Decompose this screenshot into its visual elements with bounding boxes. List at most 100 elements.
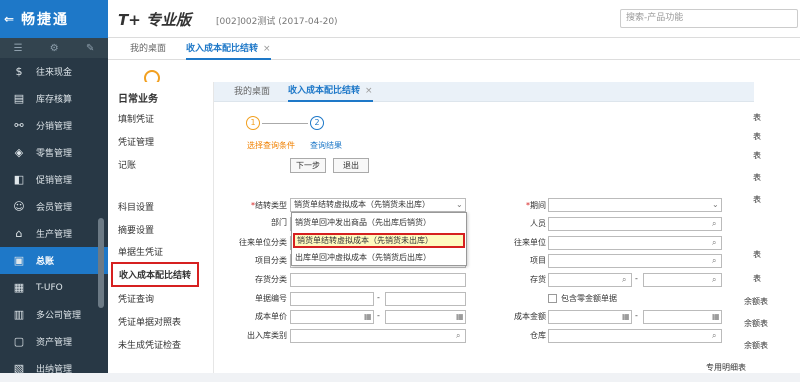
label-project: 项目 — [530, 256, 546, 265]
cost-amount-to[interactable] — [643, 310, 722, 324]
app-logo[interactable]: ⇐ 畅捷通 — [0, 0, 108, 38]
right-edge-label[interactable]: 表 — [753, 112, 761, 123]
right-edge-label[interactable]: 余额表 — [744, 340, 768, 351]
partner-field[interactable] — [548, 236, 722, 250]
calculator-icon[interactable]: ▦ — [456, 312, 464, 321]
menu-item-voucher-management[interactable]: 凭证管理 — [118, 135, 154, 148]
sidebar-scrollbar[interactable] — [98, 218, 104, 308]
sidebar-item-ledger[interactable]: ▣ 总账 — [0, 247, 108, 274]
next-button[interactable]: 下一步 — [290, 158, 326, 173]
sidebar-item-company[interactable]: ▥ 多公司管理 — [0, 301, 108, 328]
back-arrow-icon[interactable]: ⇐ — [4, 12, 16, 26]
project-field[interactable] — [548, 254, 722, 268]
sidebar-item-member[interactable]: ☺ 会员管理 — [0, 193, 108, 220]
dropdown-option-selected[interactable]: 销货单结转虚拟成本（先销货未出库） — [293, 233, 465, 248]
unit-cost-from[interactable] — [290, 310, 374, 324]
sidebar-item-retail[interactable]: ◈ 零售管理 — [0, 139, 108, 166]
tab-my-desktop[interactable]: 我的桌面 — [130, 38, 166, 60]
menu-item-doc-to-voucher[interactable]: 单据生凭证 — [118, 245, 163, 258]
menu-item-ungenerated-check[interactable]: 未生成凭证检查 — [118, 338, 181, 351]
sidebar-item-ufo[interactable]: ▦ T-UFO — [0, 274, 108, 301]
calculator-icon[interactable]: ▦ — [364, 312, 372, 321]
dropdown-option[interactable]: 销货单回冲发出商品（先出库后销货） — [295, 217, 431, 228]
cash-icon: $ — [15, 65, 23, 78]
label-personnel: 人员 — [530, 219, 546, 228]
edit-icon[interactable]: ✎ — [86, 43, 94, 54]
logo-text: 畅捷通 — [21, 12, 70, 28]
sidebar-item-promotion[interactable]: ◧ 促销管理 — [0, 166, 108, 193]
cashier-icon: ▧ — [13, 362, 25, 375]
range-dash: - — [635, 311, 638, 320]
exit-button[interactable]: 退出 — [333, 158, 369, 173]
right-edge-label[interactable]: 表 — [753, 131, 761, 142]
menu-item-voucher-doc-compare[interactable]: 凭证单据对照表 — [118, 315, 181, 328]
inner-window: 我的桌面 收入成本配比结转 × 1 2 选择查询条件 查询结果 下一步 退出 *结… — [213, 82, 754, 373]
inventory-from[interactable] — [548, 273, 632, 287]
cost-amount-from[interactable] — [548, 310, 632, 324]
promotion-icon: ◧ — [13, 173, 25, 186]
menu-icon[interactable]: ☰ — [14, 43, 23, 54]
label-io-category: 出入库类别 — [247, 331, 287, 340]
right-edge-label[interactable]: 表 — [753, 150, 761, 161]
right-edge-label[interactable]: 表 — [753, 273, 761, 284]
ufo-icon: ▦ — [13, 281, 25, 294]
warehouse-field[interactable] — [548, 329, 722, 343]
chevron-down-icon[interactable]: ⌄ — [712, 200, 719, 209]
sidebar: ☰ ⚙ ✎ $ 往来现金 ▤ 库存核算 ⚯ 分销管理 ◈ 零售管理 ◧ 促销管理 ☺ 会员管… — [0, 38, 108, 375]
doc-number-from[interactable] — [290, 292, 374, 306]
dropdown-option[interactable]: 出库单回冲虚拟成本（先销货后出库） — [295, 252, 431, 263]
calculator-icon[interactable]: ▦ — [622, 312, 630, 321]
right-edge-label[interactable]: 专用明细表 — [706, 362, 746, 373]
menu-item-fill-voucher[interactable]: 填制凭证 — [118, 112, 154, 125]
inner-tab-my-desktop[interactable]: 我的桌面 — [234, 82, 270, 102]
sidebar-item-cashier[interactable]: ▧ 出纳管理 — [0, 355, 108, 382]
inventory-category-field[interactable] — [290, 273, 466, 287]
period-select[interactable] — [548, 198, 722, 212]
account-info: [002]002测试 (2017-04-20) — [216, 17, 338, 27]
personnel-field[interactable] — [548, 217, 722, 231]
inventory-to[interactable] — [643, 273, 722, 287]
inner-tab-bar: 我的桌面 收入成本配比结转 × — [214, 82, 754, 102]
doc-number-to[interactable] — [385, 292, 466, 306]
io-category-field[interactable] — [290, 329, 466, 343]
menu-item-income-cost-transfer[interactable]: 收入成本配比结转 — [111, 262, 200, 287]
product-name: T+ 专业版 — [118, 11, 192, 29]
business-menu: 日常业务 填制凭证 凭证管理 记账 科目设置 摘要设置 单据生凭证 收入成本配比… — [108, 82, 212, 373]
sidebar-item-cash[interactable]: $ 往来现金 — [0, 58, 108, 85]
chevron-down-icon[interactable]: ⌄ — [456, 200, 463, 209]
transfer-type-select[interactable]: 销货单结转虚拟成本（先销货未出库） — [290, 198, 466, 212]
sidebar-item-distribution[interactable]: ⚯ 分销管理 — [0, 112, 108, 139]
sidebar-item-stock[interactable]: ▤ 库存核算 — [0, 85, 108, 112]
search-icon[interactable]: ⌕ — [712, 238, 716, 248]
sidebar-item-asset[interactable]: ▢ 资产管理 — [0, 328, 108, 355]
menu-item-summary-setup[interactable]: 摘要设置 — [118, 223, 154, 236]
search-icon[interactable]: ⌕ — [712, 275, 716, 285]
inner-tab-income-cost[interactable]: 收入成本配比结转 × — [288, 82, 373, 102]
search-icon[interactable]: ⌕ — [712, 219, 716, 229]
search-input[interactable]: 搜索-产品功能 — [620, 9, 798, 28]
zero-amount-checkbox[interactable] — [548, 294, 557, 303]
right-edge-label[interactable]: 余额表 — [744, 318, 768, 329]
calculator-icon[interactable]: ▦ — [712, 312, 720, 321]
label-transfer-type: *结转类型 — [251, 201, 287, 210]
search-icon[interactable]: ⌕ — [456, 331, 460, 341]
unit-cost-to[interactable] — [385, 310, 466, 324]
menu-item-posting[interactable]: 记账 — [118, 158, 136, 171]
outer-tab-bar: 我的桌面 收入成本配比结转 × — [108, 38, 800, 60]
search-icon[interactable]: ⌕ — [622, 275, 626, 285]
menu-item-account-setup[interactable]: 科目设置 — [118, 200, 154, 213]
search-icon[interactable]: ⌕ — [712, 331, 716, 341]
settings-icon[interactable]: ⚙ — [50, 43, 59, 54]
right-edge-label[interactable]: 表 — [753, 249, 761, 260]
close-icon[interactable]: × — [365, 86, 373, 96]
step-connector — [262, 123, 308, 124]
tab-income-cost[interactable]: 收入成本配比结转 × — [186, 38, 271, 60]
menu-item-voucher-query[interactable]: 凭证查询 — [118, 292, 154, 305]
right-edge-label[interactable]: 表 — [753, 172, 761, 183]
label-inventory-category: 存货分类 — [255, 275, 287, 284]
right-edge-label[interactable]: 表 — [753, 194, 761, 205]
close-icon[interactable]: × — [263, 44, 271, 54]
search-icon[interactable]: ⌕ — [712, 256, 716, 266]
sidebar-item-production[interactable]: ⌂ 生产管理 — [0, 220, 108, 247]
right-edge-label[interactable]: 余额表 — [744, 296, 768, 307]
